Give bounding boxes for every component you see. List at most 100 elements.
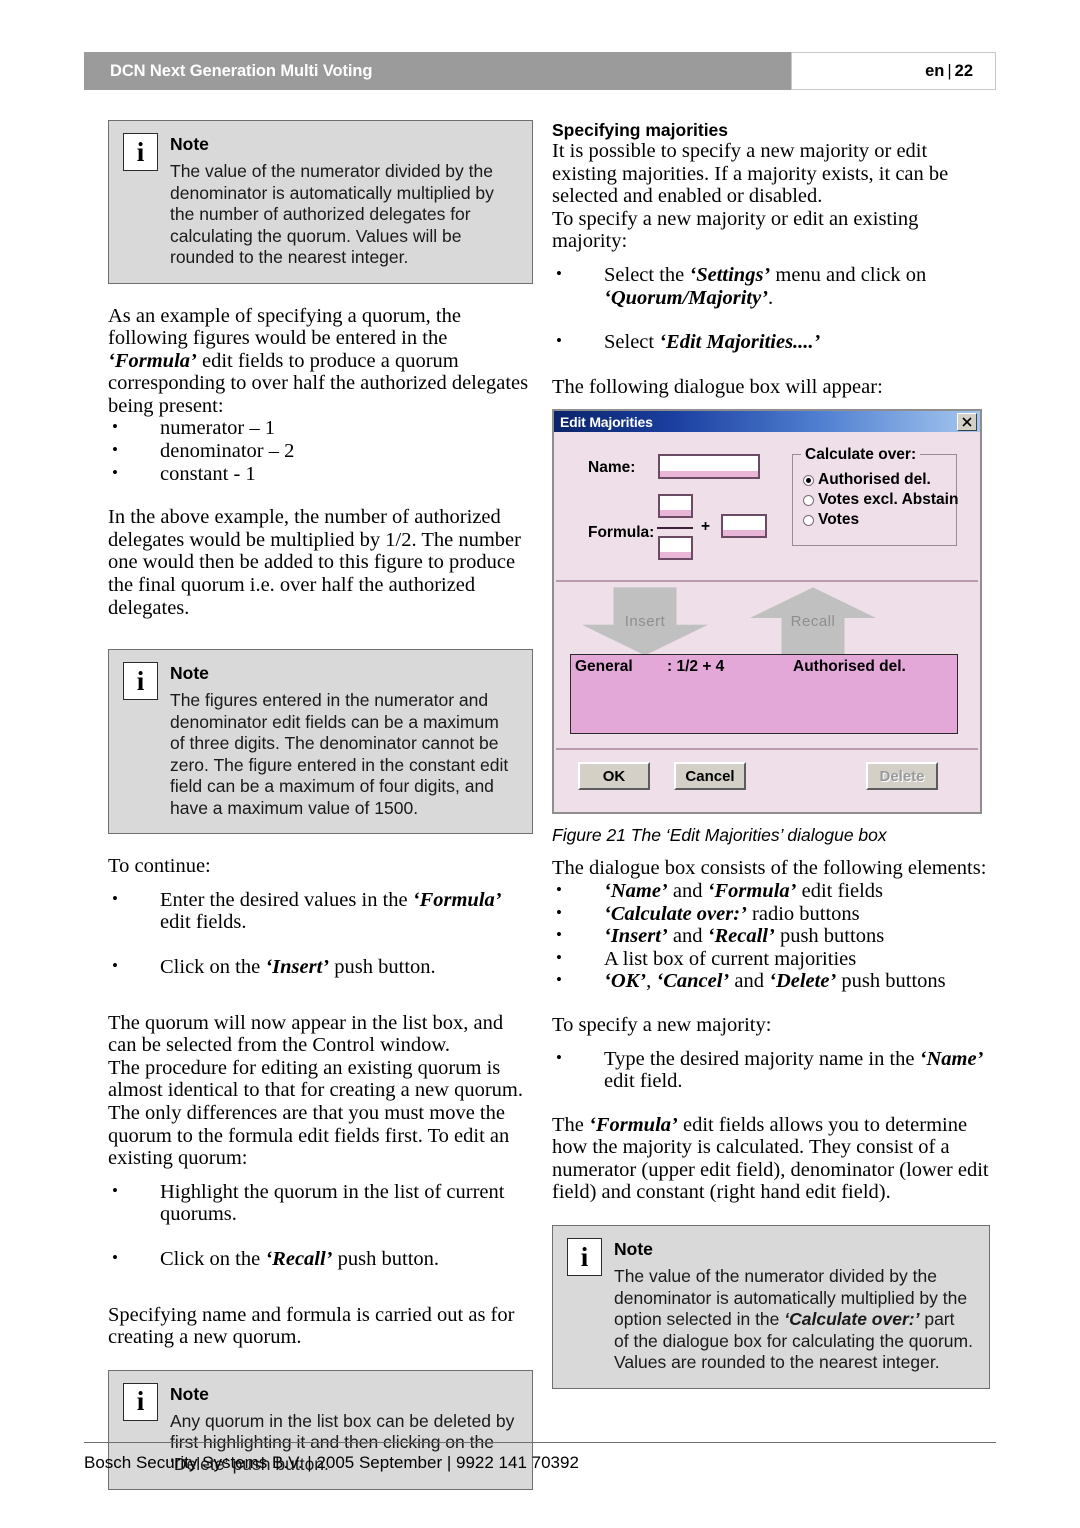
note-title: Note bbox=[614, 1239, 653, 1260]
text-run: Select bbox=[604, 331, 660, 354]
text-run: The bbox=[552, 1113, 589, 1136]
denominator-input[interactable] bbox=[658, 536, 693, 561]
radio-option-votes-excl-abstain[interactable]: Votes excl. Abstain bbox=[803, 491, 958, 509]
document-title: DCN Next Generation Multi Voting bbox=[110, 61, 373, 80]
note-text: The value of the numerator divided by th… bbox=[614, 1266, 973, 1374]
text-run: radio buttons bbox=[746, 902, 860, 925]
plus-sign: + bbox=[701, 518, 711, 536]
list-item[interactable]: General : 1/2 + 4 Authorised del. bbox=[575, 658, 957, 676]
list-new-majority-steps: Type the desired majority name in the ‘N… bbox=[552, 1046, 990, 1093]
paragraph-example-quorum: As an example of specifying a quorum, th… bbox=[108, 305, 533, 418]
left-column: i Note The value of the numerator divide… bbox=[108, 120, 533, 1491]
text-run: push buttons bbox=[836, 970, 946, 993]
emphasis-recall: ‘Recall’ bbox=[265, 1247, 333, 1270]
text-run: Type the desired majority name in the bbox=[604, 1047, 920, 1070]
radio-option-votes[interactable]: Votes bbox=[803, 511, 948, 529]
radio-icon[interactable] bbox=[803, 474, 814, 486]
emphasis-formula: ‘Formula’ bbox=[108, 349, 197, 372]
note-title: Note bbox=[170, 1383, 209, 1404]
list-item: Click on the ‘Insert’ push button. bbox=[108, 955, 533, 979]
radio-icon[interactable] bbox=[803, 514, 814, 526]
dialog-title: Edit Majorities bbox=[560, 413, 653, 430]
text-run: Enter the desired values in the bbox=[160, 888, 413, 911]
majority-name: General bbox=[575, 658, 633, 676]
emphasis-cancel: ‘Cancel’ bbox=[656, 970, 730, 993]
numerator-input[interactable] bbox=[658, 494, 693, 519]
cancel-button[interactable]: Cancel bbox=[674, 762, 746, 791]
note-title: Note bbox=[170, 663, 209, 684]
groupbox: Calculate over: Authorised del. Votes ex… bbox=[792, 446, 958, 547]
note-text: The figures entered in the numerator and… bbox=[170, 690, 509, 818]
emphasis-calculate-over: ‘Calculate over:’ bbox=[604, 902, 747, 925]
paragraph-specify-new-majority: To specify a new majority: bbox=[552, 1013, 772, 1036]
majorities-listbox[interactable]: General : 1/2 + 4 Authorised del. bbox=[570, 654, 958, 735]
info-icon: i bbox=[567, 1238, 602, 1277]
text-run: push button. bbox=[329, 956, 436, 978]
name-input[interactable] bbox=[658, 454, 760, 480]
text-run: Click on the bbox=[160, 956, 266, 978]
text-run: push buttons bbox=[774, 925, 885, 948]
recall-button[interactable]: Recall bbox=[750, 587, 876, 656]
right-column: Specifying majorities It is possible to … bbox=[552, 120, 990, 1389]
list-item: ‘Name’ and ‘Formula’ edit fields bbox=[552, 879, 990, 903]
dialog-fields-group: Name: Formula: + bbox=[568, 446, 778, 568]
ok-button[interactable]: OK bbox=[578, 762, 650, 791]
radio-icon[interactable] bbox=[803, 494, 814, 506]
info-icon: i bbox=[123, 1382, 158, 1421]
list-item: ‘Calculate over:’ radio buttons bbox=[552, 902, 990, 926]
radio-label: Authorised del. bbox=[818, 471, 931, 489]
header-title-band: DCN Next Generation Multi Voting bbox=[84, 52, 791, 90]
page-header: DCN Next Generation Multi Voting en | 22 bbox=[84, 52, 996, 90]
list-item: A list box of current majorities bbox=[552, 947, 990, 971]
footer-divider bbox=[84, 1442, 996, 1443]
section-heading-specifying-majorities: Specifying majorities bbox=[552, 120, 729, 140]
text-run: and bbox=[729, 970, 770, 993]
text-run: As an example of specifying a quorum, th… bbox=[108, 304, 461, 350]
paragraph-editing-procedure: The procedure for editing an existing qu… bbox=[108, 1056, 523, 1170]
list-item: Highlight the quorum in the list of curr… bbox=[108, 1180, 533, 1226]
list-item: ‘OK’, ‘Cancel’ and ‘Delete’ push buttons bbox=[552, 969, 990, 993]
note-text: The value of the numerator divided by th… bbox=[170, 161, 494, 267]
emphasis-quorum-majority: ‘Quorum/Majority’ bbox=[604, 286, 769, 309]
list-item: numerator – 1 bbox=[108, 416, 533, 440]
emphasis-settings: ‘Settings’ bbox=[689, 263, 771, 286]
note-title: Note bbox=[170, 134, 209, 154]
text-run: and bbox=[667, 879, 708, 902]
radio-option-authorised-del[interactable]: Authorised del. bbox=[803, 471, 948, 489]
insert-button-label: Insert bbox=[624, 612, 666, 630]
calculate-over-group: Calculate over: Authorised del. Votes ex… bbox=[792, 446, 958, 547]
list-item: ‘Insert’ and ‘Recall’ push buttons bbox=[552, 924, 990, 948]
language-code: en bbox=[925, 61, 945, 80]
paragraph-name-formula: Specifying name and formula is carried o… bbox=[108, 1303, 515, 1349]
list-item: Enter the desired values in the ‘Formula… bbox=[108, 888, 533, 934]
emphasis-recall: ‘Recall’ bbox=[707, 925, 775, 948]
note-box-numerator-quorum: i Note The value of the numerator divide… bbox=[108, 120, 533, 284]
paragraph-specify-majority: To specify a new majority or edit an exi… bbox=[552, 207, 919, 253]
header-page-box: en | 22 bbox=[791, 52, 996, 90]
insert-button[interactable]: Insert bbox=[582, 587, 708, 656]
list-edit-steps: Highlight the quorum in the list of curr… bbox=[108, 1180, 533, 1271]
text-run: menu and click on bbox=[770, 263, 927, 286]
info-icon: i bbox=[123, 662, 158, 701]
name-label: Name: bbox=[588, 459, 636, 477]
text-run: edit fields. bbox=[160, 911, 247, 934]
footer-text: Bosch Security Systems B.V. | 2005 Septe… bbox=[84, 1453, 579, 1472]
paragraph-dialogue-elements: The dialogue box consists of the followi… bbox=[552, 857, 987, 880]
text-run: , bbox=[646, 970, 657, 993]
emphasis-name: ‘Name’ bbox=[604, 879, 668, 902]
dialog-button-bar: OK Cancel Delete bbox=[554, 750, 980, 812]
delete-button[interactable]: Delete bbox=[866, 762, 938, 791]
emphasis-edit-majorities: ‘Edit Majorities....’ bbox=[659, 331, 821, 354]
constant-input[interactable] bbox=[721, 514, 767, 539]
paragraph-above-example: In the above example, the number of auth… bbox=[108, 506, 521, 619]
radio-label: Votes bbox=[818, 511, 860, 529]
groupbox-legend: Calculate over: bbox=[801, 446, 921, 465]
info-icon: i bbox=[123, 133, 158, 171]
text-run: and bbox=[667, 925, 708, 948]
text-run: edit field. bbox=[604, 1070, 683, 1093]
note-box-digit-limits: i Note The figures entered in the numera… bbox=[108, 649, 533, 835]
formula-label: Formula: bbox=[588, 524, 655, 542]
close-icon[interactable] bbox=[957, 412, 977, 431]
fraction-bar bbox=[657, 527, 693, 530]
text-run: Click on the bbox=[160, 1247, 266, 1270]
